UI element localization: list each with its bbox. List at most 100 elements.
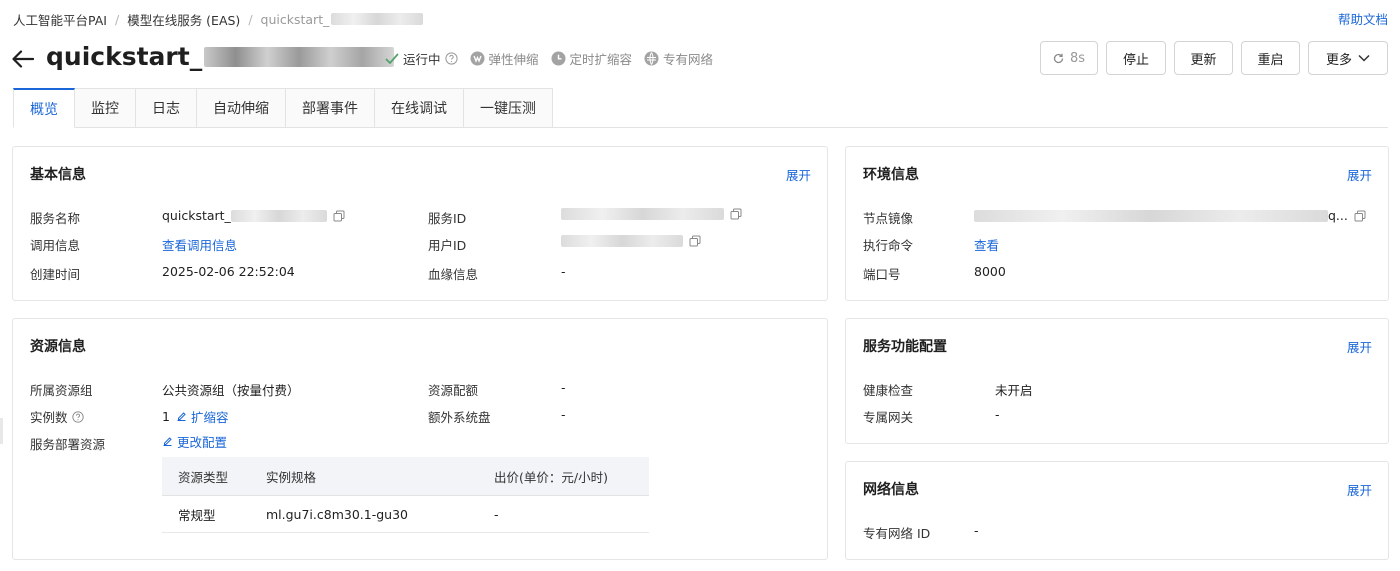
breadcrumb: 人工智能平台PAI / 模型在线服务 (EAS) / quickstart_ <box>13 9 424 29</box>
instances-label-text: 实例数 <box>30 410 68 425</box>
expand-link[interactable]: 展开 <box>1347 337 1372 356</box>
health-check-label: 健康检查 <box>863 383 914 398</box>
invoke-info-label: 调用信息 <box>30 238 81 253</box>
redacted-text <box>230 209 327 222</box>
restart-button[interactable]: 重启 <box>1241 41 1300 75</box>
running-status: 运行中 <box>385 49 458 68</box>
image-suffix: q... <box>1328 208 1348 223</box>
help-docs-link[interactable]: 帮助文档 <box>1338 9 1388 28</box>
copy-icon[interactable] <box>730 208 742 220</box>
lineage-label: 血缘信息 <box>428 267 479 282</box>
port-label: 端口号 <box>863 267 901 282</box>
basic-info-card: 基本信息 展开 服务名称 quickstart_ 调用信息 查看调用信息 创建时… <box>12 146 828 301</box>
port-value: 8000 <box>974 264 1006 279</box>
edit-icon <box>177 412 186 421</box>
redacted-text <box>561 235 683 247</box>
scheduled-scaling-status: 定时扩缩容 <box>551 49 633 68</box>
help-circle-icon[interactable] <box>71 410 84 423</box>
card-title: 基本信息 <box>30 167 86 183</box>
extra-disk-value: - <box>561 407 566 422</box>
expand-link[interactable]: 展开 <box>1347 165 1372 184</box>
resource-info-card: 资源信息 所属资源组 公共资源组（按量付费） 实例数 1 扩缩容 服务部署资源 … <box>12 318 828 560</box>
back-arrow-icon[interactable] <box>10 44 36 74</box>
sidebar-handle[interactable] <box>0 418 3 444</box>
node-image-label: 节点镜像 <box>863 211 914 226</box>
card-title: 资源信息 <box>30 339 86 355</box>
redacted-text <box>561 208 724 220</box>
table-cell: - <box>494 506 499 522</box>
vpc-id-value: - <box>974 523 979 538</box>
elastic-label: 弹性伸缩 <box>488 52 539 67</box>
resource-quota-value: - <box>561 380 566 395</box>
stop-button[interactable]: 停止 <box>1106 41 1166 75</box>
edit-icon <box>163 437 172 446</box>
scheduled-label: 定时扩缩容 <box>569 52 633 67</box>
more-label: 更多 <box>1325 52 1352 68</box>
breadcrumb-separator: / <box>248 11 253 27</box>
table-cell: 常规型 <box>178 507 216 523</box>
copy-icon[interactable] <box>689 235 701 247</box>
column-header: 资源类型 <box>178 469 229 485</box>
page-title: quickstart_ <box>46 42 395 71</box>
deploy-resource-label: 服务部署资源 <box>30 437 106 452</box>
resource-group-label: 所属资源组 <box>30 383 93 398</box>
check-icon <box>385 53 399 64</box>
view-command-link[interactable]: 查看 <box>974 235 999 254</box>
expand-link[interactable]: 展开 <box>786 165 811 184</box>
instances-value: 1 扩缩容 <box>162 407 228 426</box>
resource-table: 资源类型 实例规格 出价(单价：元/小时) 常规型 ml.gu7i.c8m30.… <box>162 457 649 533</box>
breadcrumb-pai[interactable]: 人工智能平台PAI <box>13 10 107 29</box>
tab-stress-test[interactable]: 一键压测 <box>464 88 553 128</box>
scale-link[interactable]: 扩缩容 <box>176 407 228 426</box>
env-info-card: 环境信息 展开 节点镜像 q... 执行命令 查看 端口号 8000 <box>845 146 1389 301</box>
network-icon <box>644 51 659 66</box>
refresh-button[interactable]: 8s <box>1040 41 1098 75</box>
redacted-text <box>331 13 424 25</box>
view-invoke-info-link[interactable]: 查看调用信息 <box>162 235 237 254</box>
resource-quota-label: 资源配额 <box>428 383 479 398</box>
tab-logs[interactable]: 日志 <box>136 88 197 128</box>
title-prefix: quickstart_ <box>46 42 203 71</box>
redacted-text <box>974 209 1328 222</box>
change-config-label: 更改配置 <box>177 435 228 450</box>
resource-group-value: 公共资源组（按量付费） <box>162 383 300 398</box>
extra-disk-label: 额外系统盘 <box>428 410 491 425</box>
service-id-value <box>561 208 742 220</box>
status-row: 运行中 弹性伸缩 定时扩缩容 专有网络 <box>385 49 713 68</box>
update-button[interactable]: 更新 <box>1174 41 1233 75</box>
tab-online-debug[interactable]: 在线调试 <box>375 88 464 128</box>
card-title: 服务功能配置 <box>863 339 947 355</box>
user-id-label: 用户ID <box>428 238 467 253</box>
refresh-countdown: 8s <box>1069 50 1086 66</box>
running-label: 运行中 <box>403 52 441 67</box>
gateway-label: 专属网关 <box>863 410 914 425</box>
tab-overview[interactable]: 概览 <box>13 88 75 128</box>
copy-icon[interactable] <box>333 210 345 222</box>
breadcrumb-eas[interactable]: 模型在线服务 (EAS) <box>127 10 240 29</box>
network-info-card: 网络信息 展开 专有网络 ID - <box>845 461 1389 560</box>
more-dropdown[interactable]: 更多 <box>1308 41 1388 75</box>
table-cell: ml.gu7i.c8m30.1-gu30 <box>266 506 408 522</box>
tab-deploy-events[interactable]: 部署事件 <box>286 88 375 128</box>
card-title: 环境信息 <box>863 167 919 183</box>
created-time-label: 创建时间 <box>30 267 81 282</box>
lineage-value: - <box>561 264 566 279</box>
instances-count: 1 <box>162 409 170 424</box>
tab-autoscaling[interactable]: 自动伸缩 <box>197 88 286 128</box>
command-label: 执行命令 <box>863 238 914 253</box>
elastic-icon <box>470 51 485 66</box>
redacted-text <box>204 46 395 67</box>
elastic-scaling-status: 弹性伸缩 <box>470 49 539 68</box>
expand-link[interactable]: 展开 <box>1347 480 1372 499</box>
help-circle-icon[interactable] <box>444 52 458 65</box>
copy-icon[interactable] <box>1354 210 1366 222</box>
health-check-value: 未开启 <box>995 383 1033 398</box>
gateway-value: - <box>995 407 1000 422</box>
service-name-value: quickstart_ <box>162 208 345 223</box>
table-row: 常规型 ml.gu7i.c8m30.1-gu30 - <box>162 496 649 533</box>
change-config-link[interactable]: 更改配置 <box>162 432 227 451</box>
user-id-value <box>561 235 701 247</box>
vpc-label: 专有网络 <box>663 52 714 67</box>
column-header: 出价(单价：元/小时) <box>494 469 608 485</box>
tab-monitoring[interactable]: 监控 <box>75 88 136 128</box>
